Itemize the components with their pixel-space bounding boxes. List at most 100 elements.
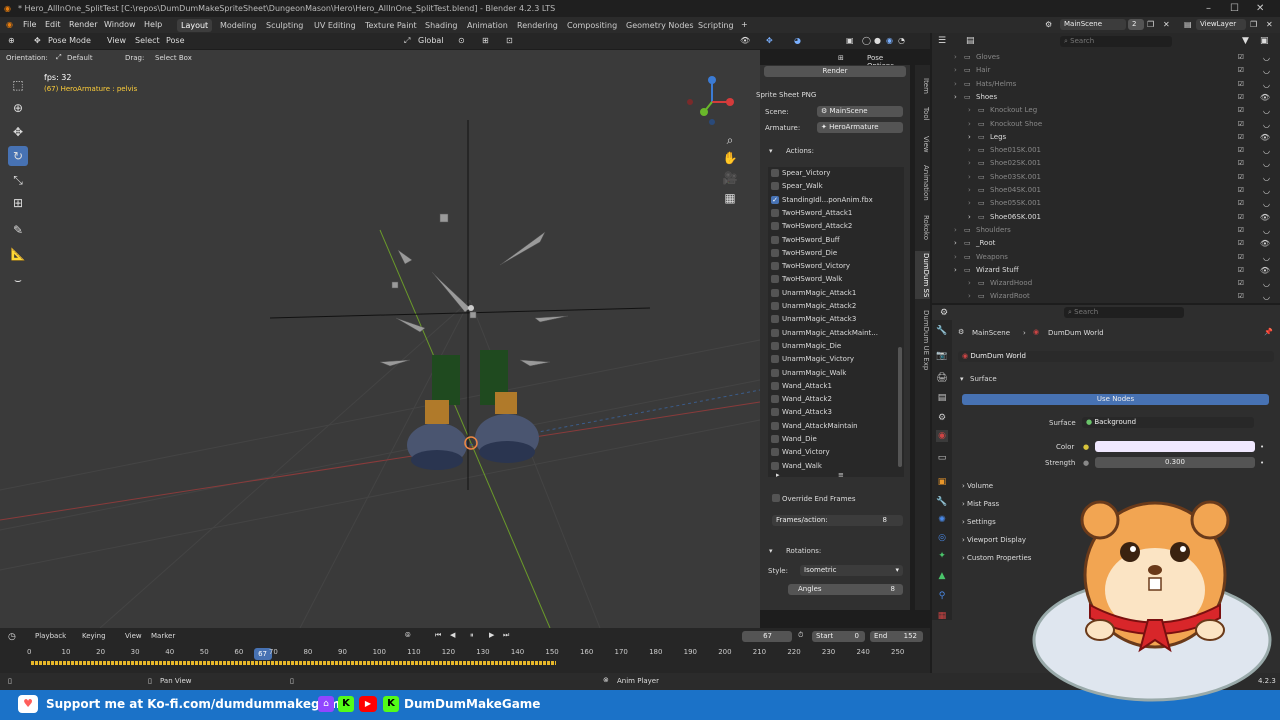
marker-menu[interactable]: Marker [151,632,175,640]
add-workspace-icon[interactable]: + [741,17,748,33]
camera-view-icon[interactable]: 🎥 [720,168,740,188]
action-row[interactable]: UnarmMagic_Attack2 [768,300,888,312]
tab-tool[interactable]: Tool [915,103,930,125]
scene-count[interactable]: 2 [1128,19,1144,30]
workspace-tab-animation[interactable]: Animation [463,19,512,32]
action-row[interactable]: UnarmMagic_Victory [768,353,888,365]
pause-icon[interactable]: ⏸ [470,631,474,640]
tab-view[interactable]: View [915,133,930,155]
workspace-tab-layout[interactable]: Layout [177,19,213,32]
minimize-icon[interactable]: – [1206,0,1211,17]
expand-arrow-icon[interactable]: › [968,290,971,301]
visibility-icon[interactable]: ◡ [1263,144,1270,157]
transform-tool-icon[interactable]: ⊞ [8,193,28,213]
close-icon[interactable]: ✕ [1256,0,1264,17]
action-row[interactable]: Wand_Attack3 [768,406,888,418]
properties-search[interactable]: ⌕ Search [1064,307,1184,318]
outliner-display-mode-icon[interactable]: ▤ [966,36,975,46]
visibility-icon[interactable]: ◡ [1263,104,1270,117]
outliner-row[interactable]: › ▭ Hair ◡ ☑ [932,64,1280,77]
npanel-header-icon[interactable]: ⊞ [838,54,844,62]
delete-view-layer-icon[interactable]: ✕ [1266,17,1273,33]
volume-section[interactable]: › Volume [962,482,993,490]
menu-render[interactable]: Render [69,17,97,33]
action-row[interactable]: UnarmMagic_Die [768,340,888,352]
menu-file[interactable]: File [23,17,36,33]
action-row[interactable]: TwoHSword_Walk [768,273,888,285]
scale-tool-icon[interactable]: ⤡ [8,170,28,190]
outliner-row[interactable]: › ▭ Gloves ◡ ☑ [932,51,1280,64]
anim-player-close-icon[interactable]: ⊗ [603,676,609,684]
override-end-frames-checkbox[interactable] [772,494,780,502]
visibility-icon[interactable]: 👁 [1260,91,1270,104]
object-tab-icon[interactable]: ▣ [936,476,948,488]
workspace-tab-texture-paint[interactable]: Texture Paint [361,19,421,32]
action-row[interactable]: Wand_Attack1 [768,380,888,392]
keying-menu[interactable]: Keying [82,632,106,640]
action-checkbox[interactable] [771,222,779,231]
exclude-checkbox-icon[interactable]: ☑ [1238,131,1244,144]
list-resize-icon[interactable]: ≡ [838,471,844,479]
world-selector[interactable]: ◉ DumDum World [958,351,1274,362]
render-tab-icon[interactable]: 📷 [936,350,948,362]
expand-arrow-icon[interactable]: › [954,264,957,277]
outliner-row[interactable]: › ▭ Shoe01SK.001 ◡ ☑ [932,144,1280,157]
action-row[interactable]: UnarmMagic_Attack1 [768,287,888,299]
mist-pass-section[interactable]: › Mist Pass [962,500,999,508]
delete-scene-icon[interactable]: ✕ [1163,17,1170,33]
measure-tool-icon[interactable]: 📐 [8,244,28,264]
outliner-row[interactable]: › ▭ Shoe02SK.001 ◡ ☑ [932,157,1280,170]
physics-tab-icon[interactable]: ◎ [936,532,948,544]
action-checkbox[interactable]: ✓ [771,195,779,204]
view-layer-selector[interactable]: ViewLayer [1196,19,1246,30]
expand-arrow-icon[interactable]: › [968,104,971,117]
rotate-tool-icon[interactable]: ↻ [8,146,28,166]
settings-section[interactable]: › Settings [962,518,996,526]
action-row[interactable]: Wand_Walk [768,460,888,472]
action-row[interactable]: Spear_Victory [768,167,888,179]
blender-menu-icon[interactable]: ◉ [6,17,13,33]
expand-arrow-icon[interactable]: › [954,51,957,64]
action-checkbox[interactable] [771,275,779,284]
outliner-row[interactable]: › ▭ Knockout Shoe ◡ ☑ [932,118,1280,131]
expand-arrow-icon[interactable]: › [954,78,957,91]
use-nodes-button[interactable]: Use Nodes [962,394,1269,405]
scene-field[interactable]: ⚙ MainScene [817,106,903,117]
timeline-editor-icon[interactable]: ◷ [8,632,16,642]
menu-window[interactable]: Window [104,17,136,33]
annotate-tool-icon[interactable]: ✎ [8,220,28,240]
visibility-icon[interactable]: ◡ [1263,171,1270,184]
pose-menu[interactable]: Pose [166,33,185,49]
action-row[interactable]: Wand_Victory [768,446,888,458]
expand-arrow-icon[interactable]: › [968,171,971,184]
action-checkbox[interactable] [771,461,779,470]
action-checkbox[interactable] [771,328,779,337]
outliner-row[interactable]: › ▭ Shoe04SK.001 ◡ ☑ [932,184,1280,197]
visibility-icon[interactable]: ◡ [1263,290,1270,301]
action-row[interactable]: Wand_Die [768,433,888,445]
channel-name[interactable]: DumDumMakeGame [404,697,540,711]
expand-arrow-icon[interactable]: › [954,224,957,237]
select-tool-icon[interactable]: ⬚ [8,75,28,95]
timeline-view-menu[interactable]: View [125,632,142,640]
exclude-checkbox-icon[interactable]: ☑ [1238,171,1244,184]
pose-mode-icon[interactable]: ✥ [34,33,41,49]
exclude-checkbox-icon[interactable]: ☑ [1238,118,1244,131]
visibility-icon[interactable]: 👁 [1260,237,1270,250]
shading-wireframe-icon[interactable]: ◯ [862,33,871,49]
armature-field[interactable]: ✦ HeroArmature [817,122,903,133]
action-checkbox[interactable] [771,288,779,297]
actions-collapse-icon[interactable]: ▾ [769,147,773,155]
transform-orientation-icon[interactable]: ⤢ [404,33,410,49]
move-tool-icon[interactable]: ✥ [8,122,28,142]
outliner-row[interactable]: › ▭ Shoe03SK.001 ◡ ☑ [932,171,1280,184]
visibility-icon[interactable]: 👁 [1260,211,1270,224]
maximize-icon[interactable]: ☐ [1230,0,1239,17]
scene-selector[interactable]: MainScene [1060,19,1126,30]
workspace-tab-sculpting[interactable]: Sculpting [262,19,307,32]
visibility-icon[interactable]: ◡ [1263,118,1270,131]
tool-tab-icon[interactable]: 🔧 [936,325,948,337]
data-tab-icon[interactable]: ▲ [936,570,948,582]
texture-tab-icon[interactable]: ▦ [936,610,948,622]
outliner-row[interactable]: › ▭ Weapons ◡ ☑ [932,251,1280,264]
